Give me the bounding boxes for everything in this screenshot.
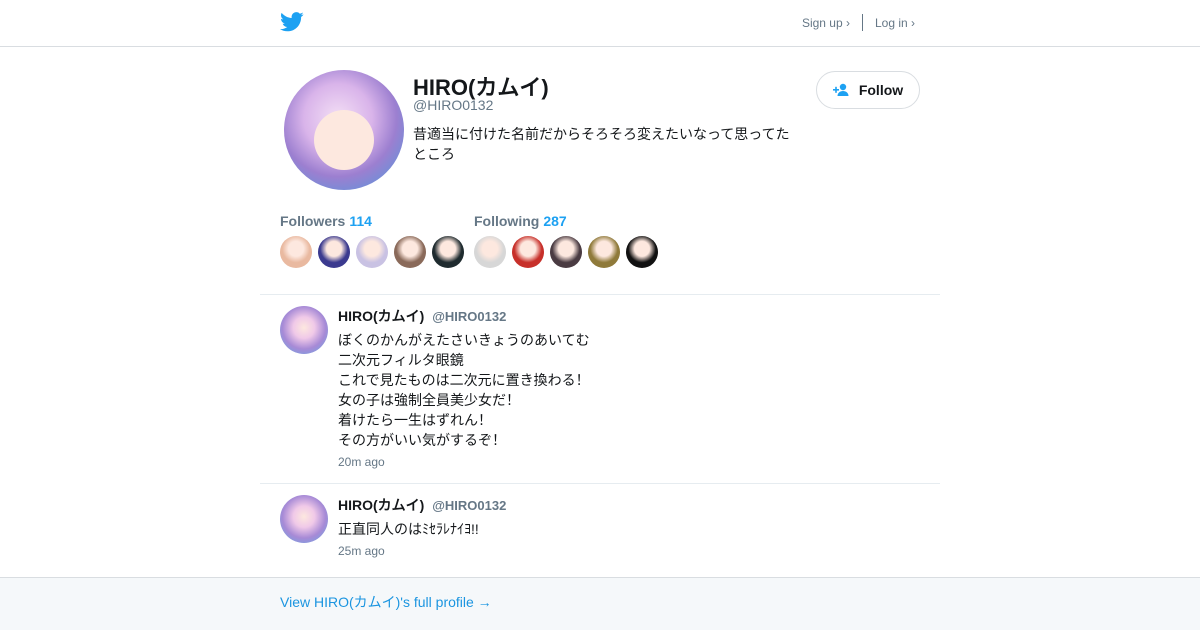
tweet-text: ぼくのかんがえたさいきょうのあいてむ 二次元フィルタ眼鏡 これで見たものは二次元… [338,330,918,450]
user-avatar[interactable] [280,236,312,268]
following-block[interactable]: Following 287 [474,213,664,268]
followers-label: Followers [280,213,346,229]
profile-bio: 昔適当に付けた名前だからそろそろ変えたいなって思ってたところ [413,126,790,162]
user-avatar[interactable] [512,236,544,268]
full-profile-link[interactable]: View HIRO(カムイ)'s full profile → [280,592,492,612]
tweet-timestamp[interactable]: 25m ago [338,544,918,558]
tweet-line: 正直同人のはﾐｾﾗﾚﾅｲﾖ!! [338,521,479,537]
tweet-author-name[interactable]: HIRO(カムイ) [338,497,424,513]
auth-links: Sign up › Log in › [802,14,915,31]
auth-divider [861,14,863,31]
user-avatar[interactable] [474,236,506,268]
user-avatar[interactable] [588,236,620,268]
follow-button[interactable]: Follow [816,71,920,109]
following-title: Following 287 [474,213,664,229]
tweet-header: HIRO(カムイ) @HIRO0132 [338,495,918,515]
user-avatar[interactable] [318,236,350,268]
tweet-timestamp[interactable]: 20m ago [338,455,918,469]
divider [260,483,940,484]
user-avatar[interactable] [550,236,582,268]
tweet-header: HIRO(カムイ) @HIRO0132 [338,306,918,326]
user-avatar[interactable] [356,236,388,268]
add-user-icon [832,83,849,96]
following-label: Following [474,213,540,229]
tweet-line: 着けたら一生はずれん！ [338,412,492,428]
tweet-body: HIRO(カムイ) @HIRO0132 正直同人のはﾐｾﾗﾚﾅｲﾖ!! 25m … [338,495,918,558]
profile-handle: @HIRO0132 [413,97,494,113]
followers-count: 114 [349,213,372,229]
footer: View HIRO(カムイ)'s full profile → [0,577,1200,630]
followers-title: Followers 114 [280,213,470,229]
tweet-author-name[interactable]: HIRO(カムイ) [338,308,424,324]
tweet-body: HIRO(カムイ) @HIRO0132 ぼくのかんがえたさいきょうのあいてむ 二… [338,306,918,469]
tweet-line: これで見たものは二次元に置き換わる！ [338,372,590,388]
tweet-avatar[interactable] [280,306,328,354]
tweet-text: 正直同人のはﾐｾﾗﾚﾅｲﾖ!! [338,519,918,539]
user-avatar[interactable] [394,236,426,268]
login-link[interactable]: Log in › [875,16,915,30]
following-count: 287 [543,213,567,229]
profile-stats: Followers 114 Following 287 [280,213,920,273]
top-bar: Sign up › Log in › [0,0,1200,47]
tweet-line: 二次元フィルタ眼鏡 [338,352,464,368]
followers-avatars [280,236,470,268]
divider [260,294,940,295]
signup-link[interactable]: Sign up › [802,16,850,30]
tweet-line: 女の子は強制全員美少女だ！ [338,392,520,408]
tweet-line: その方がいい気がするぞ！ [338,432,506,448]
follow-button-label: Follow [858,82,904,98]
tweet-line: ぼくのかんがえたさいきょうのあいてむ [338,332,590,348]
twitter-bird-icon[interactable] [280,12,304,32]
following-avatars [474,236,664,268]
tweet-author-handle[interactable]: @HIRO0132 [432,309,506,324]
tweet-avatar[interactable] [280,495,328,543]
tweet-author-handle[interactable]: @HIRO0132 [432,498,506,513]
user-avatar[interactable] [626,236,658,268]
profile-avatar[interactable] [284,70,404,190]
followers-block[interactable]: Followers 114 [280,213,470,268]
user-avatar[interactable] [432,236,464,268]
